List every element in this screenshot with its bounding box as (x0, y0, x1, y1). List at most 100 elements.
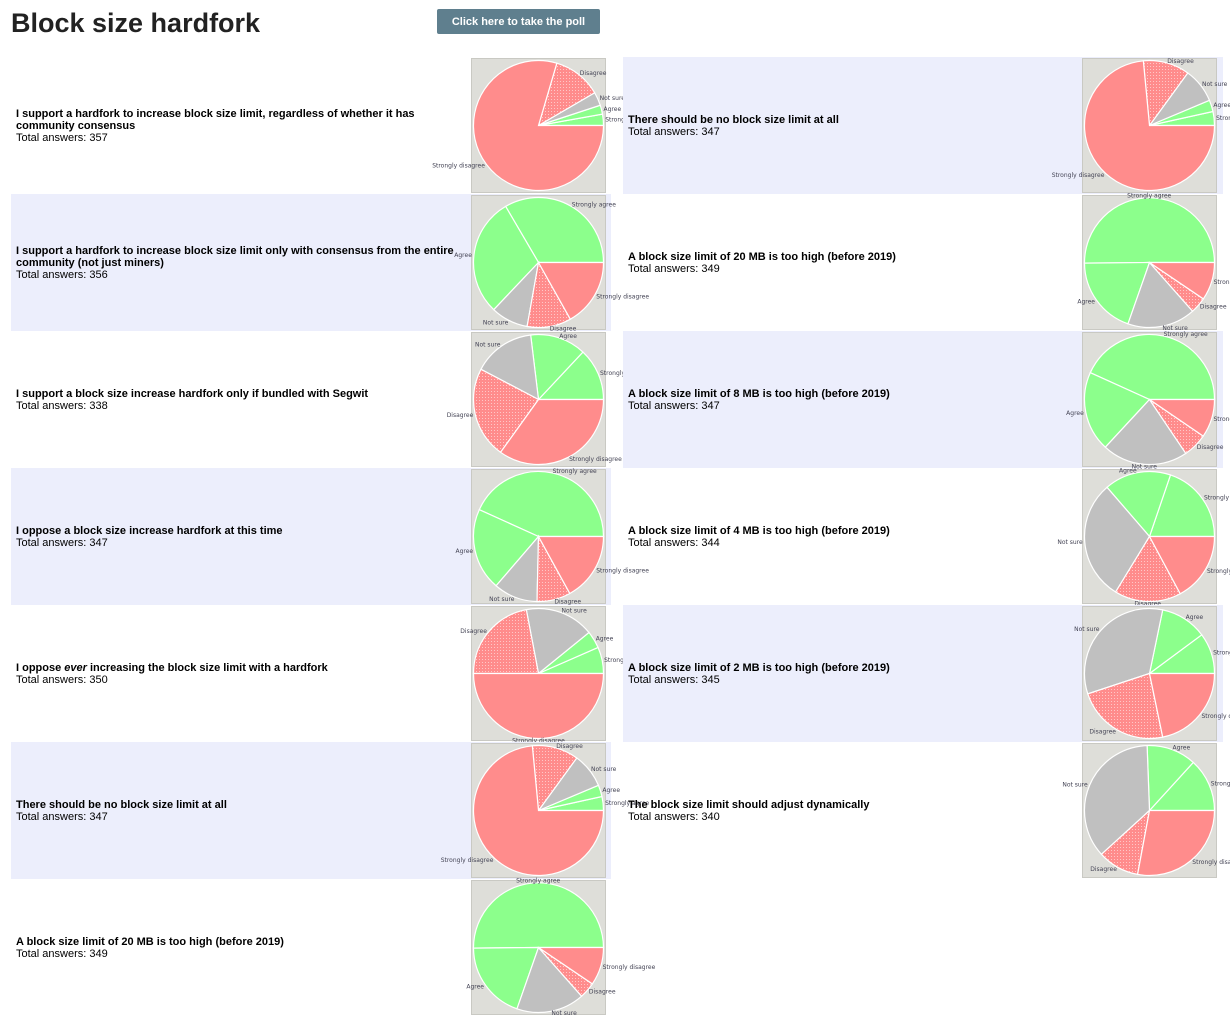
question-row: A block size limit of 4 MB is too high (… (623, 468, 1230, 608)
pie-label-disagree: Disagree (1167, 58, 1194, 65)
pie-label-agree: Agree (455, 548, 473, 555)
pie-label-strongly-disagree: Strongly disagree (1192, 859, 1230, 866)
pie-chart: Strongly agreeAgreeNot sureDisagreeStron… (447, 332, 644, 467)
question-text-block: I support a hardfork to increase block s… (16, 57, 456, 194)
question-row: I oppose a block size increase hardfork … (11, 468, 649, 606)
pie-slice-strongly-disagree (472, 672, 605, 740)
pie-label-agree: Agree (454, 252, 472, 259)
pie-chart-svg: Strongly agreeAgreeNot sureDisagreeStron… (1077, 193, 1230, 333)
question-row: A block size limit of 20 MB is too high … (623, 193, 1230, 333)
question-row: A block size limit of 8 MB is too high (… (623, 331, 1230, 470)
pie-label-not-sure: Not sure (1062, 782, 1088, 789)
question-title: I oppose ever increasing the block size … (16, 662, 456, 674)
pie-chart: Strongly agreeAgreeNot sureDisagreeStron… (1052, 58, 1230, 193)
pie-label-strongly-disagree: Strongly disagree (569, 456, 622, 463)
pie-label-agree: Agree (1066, 410, 1084, 417)
pie-label-strongly-agree: Strongly agree (572, 201, 616, 208)
total-answers: Total answers: 344 (628, 536, 720, 549)
question-text-block: A block size limit of 4 MB is too high (… (628, 468, 1068, 605)
question-title-text: I support a block size increase hardfork… (16, 387, 369, 400)
question-title: A block size limit of 2 MB is too high (… (628, 662, 1068, 674)
pie-label-strongly-disagree: Strongly disagree (1214, 416, 1230, 423)
pie-chart: Strongly agreeAgreeNot sureDisagreeStron… (1057, 468, 1230, 608)
pie-chart: Strongly agreeAgreeNot sureDisagreeStron… (454, 195, 649, 333)
pie-chart: Strongly agreeAgreeNot sureDisagreeStron… (1062, 743, 1230, 878)
total-answers: Total answers: 347 (628, 125, 720, 138)
question-row: I support a hardfork to increase block s… (11, 57, 650, 194)
question-title: The block size limit should adjust dynam… (628, 799, 1068, 811)
pie-chart: Strongly agreeAgreeNot sureDisagreeStron… (441, 743, 650, 878)
pie-label-disagree: Disagree (589, 989, 616, 996)
total-answers: Total answers: 350 (16, 673, 108, 686)
pie-label-disagree: Disagree (447, 412, 474, 419)
pie-label-strongly-agree: Strongly agree (1216, 115, 1230, 122)
question-title: I support a hardfork to increase block s… (16, 245, 456, 269)
question-title-text: I support a hardfork to increase block s… (16, 244, 454, 269)
pie-chart-svg: Strongly agreeAgreeNot sureDisagreeStron… (1074, 607, 1230, 740)
pie-label-strongly-disagree: Strongly disagree (1214, 279, 1230, 286)
question-text-block: A block size limit of 20 MB is too high … (628, 194, 1068, 331)
pie-label-agree: Agree (1119, 468, 1137, 475)
pie-slice-strongly-agree (472, 882, 605, 949)
pie-chart: Strongly agreeAgreeNot sureDisagreeStron… (1077, 193, 1230, 333)
pie-chart-svg: Strongly agreeAgreeNot sureDisagreeStron… (432, 59, 650, 192)
question-title-text: A block size limit of 20 MB is too high … (628, 250, 896, 263)
left-question-column: I support a hardfork to increase block s… (11, 57, 656, 1017)
question-title-text: The block size limit should adjust dynam… (628, 798, 870, 811)
question-row: The block size limit should adjust dynam… (623, 742, 1230, 879)
pie-label-agree: Agree (596, 636, 614, 643)
pie-label-disagree: Disagree (580, 70, 607, 77)
question-title-text: A block size limit of 8 MB is too high (… (628, 387, 890, 400)
question-row: There should be no block size limit at a… (623, 57, 1230, 194)
question-text-block: I oppose ever increasing the block size … (16, 605, 456, 742)
total-answers: Total answers: 345 (628, 673, 720, 686)
pie-label-strongly-agree: Strongly agree (1204, 495, 1230, 502)
pie-label-agree: Agree (1213, 102, 1230, 109)
pie-label-not-sure: Not sure (600, 95, 626, 102)
total-answers: Total answers: 347 (16, 536, 108, 549)
total-answers: Total answers: 356 (16, 268, 108, 281)
pie-label-disagree: Disagree (460, 628, 487, 635)
question-text-block: I support a hardfork to increase block s… (16, 194, 456, 331)
pie-label-agree: Agree (466, 984, 484, 991)
pie-label-not-sure: Not sure (591, 766, 617, 773)
pie-label-disagree: Disagree (1197, 444, 1224, 451)
pie-label-disagree: Disagree (1089, 729, 1116, 736)
pie-label-strongly-agree: Strongly agree (516, 878, 560, 885)
pie-label-not-sure: Not sure (1202, 81, 1228, 88)
question-title-text: I oppose a block size increase hardfork … (16, 524, 283, 537)
question-title-text: A block size limit of 4 MB is too high (… (628, 524, 890, 537)
question-text-block: There should be no block size limit at a… (628, 57, 1068, 194)
question-title-text: There should be no block size limit at a… (16, 798, 227, 811)
pie-label-disagree: Disagree (1200, 304, 1227, 311)
question-text-block: There should be no block size limit at a… (16, 742, 456, 879)
question-title: A block size limit of 20 MB is too high … (628, 251, 1068, 263)
pie-label-agree: Agree (1077, 299, 1095, 306)
take-poll-button[interactable]: Click here to take the poll (437, 9, 600, 34)
total-answers: Total answers: 340 (628, 810, 720, 823)
pie-chart: Strongly agreeAgreeNot sureDisagreeStron… (460, 606, 649, 745)
question-row: There should be no block size limit at a… (11, 742, 650, 879)
total-answers: Total answers: 349 (16, 947, 108, 960)
pie-label-strongly-agree: Strongly agree (553, 468, 597, 475)
pie-label-strongly-agree: Strongly agree (1213, 650, 1230, 657)
pie-label-not-sure: Not sure (475, 341, 501, 348)
right-question-column: There should be no block size limit at a… (623, 57, 1230, 879)
pie-label-disagree: Disagree (1090, 866, 1117, 873)
pie-chart: Strongly agreeAgreeNot sureDisagreeStron… (432, 58, 650, 193)
question-title-text: I oppose (16, 661, 65, 674)
question-title-text: There should be no block size limit at a… (628, 113, 839, 126)
pie-label-strongly-disagree: Strongly disagree (603, 964, 656, 971)
pie-label-strongly-disagree: Strongly disagree (432, 163, 485, 170)
pie-label-strongly-disagree: Strongly disagree (1207, 568, 1230, 575)
pie-label-strongly-disagree: Strongly disagree (1202, 713, 1230, 720)
pie-chart-svg: Strongly agreeAgreeNot sureDisagreeStron… (454, 196, 649, 333)
page-title: Block size hardfork (11, 8, 261, 38)
pie-label-strongly-agree: Strongly agree (1211, 780, 1230, 787)
question-text-block: I oppose a block size increase hardfork … (16, 468, 456, 605)
question-text-block: A block size limit of 20 MB is too high … (16, 879, 456, 1016)
pie-chart-svg: Strongly agreeAgreeNot sureDisagreeStron… (466, 878, 655, 1017)
question-title: A block size limit of 8 MB is too high (… (628, 388, 1068, 400)
pie-label-strongly-disagree: Strongly disagree (441, 857, 494, 864)
total-answers: Total answers: 349 (628, 262, 720, 275)
